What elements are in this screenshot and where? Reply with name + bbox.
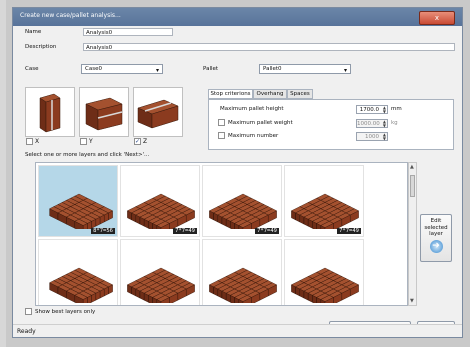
pallet-layer-image xyxy=(126,193,196,229)
description-label: Description xyxy=(25,44,57,50)
status-text: Ready xyxy=(17,328,36,335)
max-number-input[interactable]: 1000 ▲ ▼ xyxy=(356,132,388,141)
dialog-window: Create new case/pallet analysis... x Nam… xyxy=(12,7,463,338)
max-number-value: 1000 xyxy=(365,134,379,140)
layer-grid: 8*7=56 7*7=49 7*7=49 7*7=49 xyxy=(35,162,408,306)
spin-arrows-icon[interactable]: ▲ ▼ xyxy=(380,106,386,114)
layer-caption: 7*7=49 xyxy=(173,228,197,234)
chevron-down-icon: ▾ xyxy=(155,67,159,74)
title-bar: Create new case/pallet analysis... x xyxy=(13,8,462,26)
status-bar: Ready xyxy=(13,324,462,337)
edit-label-line2: selected xyxy=(424,224,448,231)
close-icon: x xyxy=(434,14,440,22)
pallet-layer-image xyxy=(290,193,360,229)
layer-tile[interactable] xyxy=(120,239,200,305)
max-weight-value: 1000.00 xyxy=(357,121,380,127)
scrollbar-thumb[interactable] xyxy=(410,175,415,197)
desktop-background xyxy=(0,0,6,347)
description-input[interactable]: Analysis0 xyxy=(83,43,455,51)
chevron-down-icon: ▾ xyxy=(343,67,347,74)
close-button[interactable]: x xyxy=(419,11,455,25)
show-best-layers-label: Show best layers only xyxy=(35,309,96,315)
edit-label-line1: Edit xyxy=(430,218,442,224)
layer-grid-scrollbar[interactable]: ▲ ▼ xyxy=(408,162,417,306)
show-best-layers-checkbox[interactable] xyxy=(25,308,32,315)
max-number-label: Maximum number xyxy=(228,133,279,139)
pallet-layer-image xyxy=(208,193,278,229)
pallet-layer-image xyxy=(49,267,114,303)
case-select-value: Case0 xyxy=(85,66,102,72)
case-select[interactable]: Case0 ▾ xyxy=(81,64,163,74)
orientation-y-checkbox[interactable] xyxy=(80,138,87,145)
scroll-up-icon[interactable]: ▲ xyxy=(410,164,414,170)
layers-instruction: Select one or more layers and click 'Nex… xyxy=(25,152,150,158)
orientation-z-label: Z xyxy=(143,138,148,145)
scroll-down-icon[interactable]: ▼ xyxy=(410,298,414,304)
max-number-checkbox[interactable] xyxy=(218,132,225,139)
layer-caption: 7*7=49 xyxy=(337,228,361,234)
case-label: Case xyxy=(25,66,39,72)
box-orientation-y-icon xyxy=(85,97,123,131)
max-height-label: Maximum pallet height xyxy=(220,106,284,112)
box-orientation-x-icon xyxy=(39,93,61,133)
orientation-card-y[interactable] xyxy=(79,87,129,137)
spin-arrows-icon[interactable]: ▲ ▼ xyxy=(380,120,386,128)
name-label: Name xyxy=(25,29,42,35)
layer-tile[interactable]: 8*7=56 xyxy=(38,165,118,237)
layer-tile[interactable]: 7*7=49 xyxy=(120,165,200,237)
max-height-input[interactable]: 1700.0 ▲ ▼ xyxy=(356,105,388,114)
max-height-unit: mm xyxy=(391,106,402,112)
window-title: Create new case/pallet analysis... xyxy=(20,12,121,19)
layer-tile[interactable] xyxy=(284,239,364,305)
pallet-layer-image xyxy=(126,267,196,303)
pallet-layer-image xyxy=(49,193,114,229)
tab-stop-criterions[interactable]: Stop criterions xyxy=(208,89,253,99)
max-weight-checkbox[interactable] xyxy=(218,119,225,126)
max-weight-label: Maximum pallet weight xyxy=(228,120,293,126)
max-height-value: 1700.0 xyxy=(359,107,379,113)
pallet-select[interactable]: Pallet0 ▾ xyxy=(259,64,351,74)
orientation-z-checkbox[interactable]: ✓ xyxy=(134,138,141,145)
tab-spaces[interactable]: Spaces xyxy=(287,89,313,99)
pallet-layer-image xyxy=(208,267,278,303)
pallet-label: Pallet xyxy=(203,66,219,72)
pallet-select-value: Pallet0 xyxy=(263,66,282,72)
pallet-layer-image xyxy=(290,267,360,303)
layer-caption: 7*7=49 xyxy=(255,228,279,234)
layer-tile[interactable]: 7*7=49 xyxy=(284,165,364,237)
name-input[interactable]: Analysis0 xyxy=(83,28,173,36)
max-weight-input[interactable]: 1000.00 ▲ ▼ xyxy=(356,119,388,128)
orientation-x-label: X xyxy=(35,138,40,145)
spin-arrows-icon[interactable]: ▲ ▼ xyxy=(380,133,386,141)
layer-tile[interactable] xyxy=(38,239,118,305)
orientation-y-label: Y xyxy=(89,138,93,145)
box-orientation-z-icon xyxy=(137,99,179,129)
arrow-right-icon: ➔ xyxy=(429,239,443,253)
tab-overhang[interactable]: Overhang xyxy=(253,89,287,99)
orientation-x-checkbox[interactable] xyxy=(26,138,33,145)
max-weight-unit: kg xyxy=(391,120,398,126)
edit-label-line3: layer xyxy=(429,231,443,237)
layer-tile[interactable]: 7*7=49 xyxy=(202,165,282,237)
stop-criterions-panel: Maximum pallet height 1700.0 ▲ ▼ mm Maxim… xyxy=(208,99,454,150)
layer-tile[interactable] xyxy=(202,239,282,305)
layer-caption: 8*7=56 xyxy=(91,228,115,234)
orientation-card-x[interactable] xyxy=(25,87,75,137)
orientation-card-z[interactable] xyxy=(133,87,183,137)
edit-selected-layer-button[interactable]: Edit selected layer ➔ xyxy=(420,214,452,262)
